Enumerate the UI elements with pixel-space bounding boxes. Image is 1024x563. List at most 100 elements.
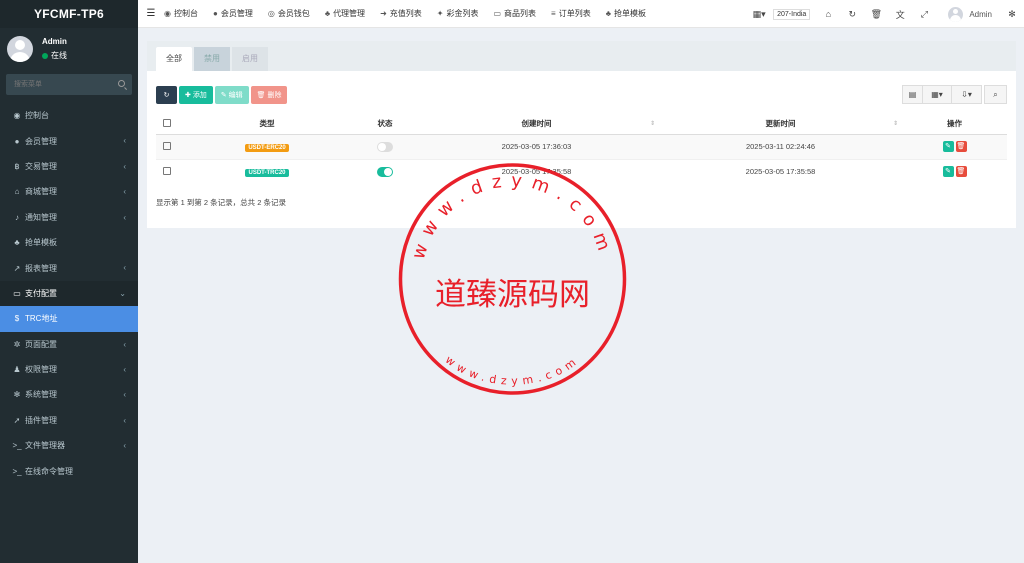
edit-row-button[interactable]: ✎ xyxy=(942,166,954,178)
seal-center-text: 道臻源码网 xyxy=(435,277,590,313)
line-chart-icon: ↗ xyxy=(13,263,21,273)
sidebar-item-label: 抢单模板 xyxy=(25,238,57,248)
header-updated-label: 更新时间 xyxy=(765,119,796,129)
fullscreen-icon[interactable]: ⤢ xyxy=(912,9,936,20)
edit-row-button[interactable]: ✎ xyxy=(942,141,954,152)
sidebar-item-label: 权限管理 xyxy=(25,365,57,375)
top-nav-item-4[interactable]: ➜ 充值列表 xyxy=(380,8,422,19)
seal-inner-path: www.dzym.com xyxy=(443,353,577,388)
table-tools: ▤ ▦▾ ⇩▾ ⌕ xyxy=(902,85,1007,104)
language-icon[interactable]: 文 xyxy=(888,8,912,21)
row-checkbox[interactable] xyxy=(163,141,171,150)
sidebar-item-label: 页面配置 xyxy=(25,339,57,349)
search-icon[interactable] xyxy=(118,80,125,87)
sidebar-item-14[interactable]: >_ 在线命令管理 xyxy=(0,458,138,483)
search-toggle-button[interactable]: ⌕ xyxy=(984,85,1007,104)
columns-button[interactable]: ▦▾ xyxy=(923,85,952,104)
top-nav-item-6[interactable]: ▭ 商品列表 xyxy=(493,8,536,19)
delete-row-button[interactable]: 🗑 xyxy=(955,141,967,152)
trash-icon[interactable]: 🗑 xyxy=(864,9,888,20)
status-toggle[interactable] xyxy=(377,166,393,177)
top-nav-label: 会员钱包 xyxy=(277,9,310,18)
navbar-user[interactable]: Admin xyxy=(948,6,992,22)
toggle-view-button[interactable]: ▤ xyxy=(902,85,923,104)
sidebar-item-12[interactable]: ➚ 插件管理 ‹ xyxy=(0,408,138,433)
sidebar-item-3[interactable]: ⌂ 商城管理 ‹ xyxy=(0,179,138,204)
sidebar-item-11[interactable]: ✻ 系统管理 ‹ xyxy=(0,382,138,407)
delete-button[interactable]: 🗑 删除 xyxy=(250,86,288,104)
tab-enabled[interactable]: 启用 xyxy=(232,47,268,71)
site-select-icon[interactable]: ▦▾ xyxy=(747,9,771,20)
tab-disabled[interactable]: 禁用 xyxy=(194,47,230,71)
refresh-button[interactable]: ↻ xyxy=(156,86,177,104)
status-toggle[interactable] xyxy=(377,141,393,152)
refresh-icon[interactable]: ↻ xyxy=(840,9,864,20)
edit-button[interactable]: ✎ 编辑 xyxy=(214,86,249,104)
sidebar-item-5[interactable]: ♣ 抢单模板 xyxy=(0,230,138,255)
sidebar-item-label: 报表管理 xyxy=(25,263,57,273)
cogs-icon: ✻ xyxy=(13,390,21,400)
sidebar-item-label: TRC地址 xyxy=(25,314,58,324)
search-icon: ⌕ xyxy=(993,89,998,99)
sidebar-item-0[interactable]: ◉ 控制台 xyxy=(0,103,138,128)
top-nav-item-7[interactable]: ≡ 订单列表 xyxy=(551,8,591,19)
sidebar-item-4[interactable]: ♪ 通知管理 ‹ xyxy=(0,205,138,230)
export-icon: ⇩▾ xyxy=(961,90,972,99)
top-nav-item-3[interactable]: ♣ 代理管理 xyxy=(325,8,365,19)
menu-toggle-icon[interactable]: ☰ xyxy=(138,8,164,19)
sidebar-item-8[interactable]: $ TRC地址 xyxy=(0,306,138,332)
brand-logo[interactable]: YFCMF-TP6 xyxy=(0,0,138,28)
sidebar-item-7[interactable]: ▭ 支付配置 ⌄ xyxy=(0,280,138,307)
wallet-icon: ◎ xyxy=(267,9,275,18)
sidebar-item-label: 插件管理 xyxy=(25,415,57,425)
gear-icon: ✲ xyxy=(13,339,21,349)
status-cell xyxy=(356,133,414,159)
sidebar-item-10[interactable]: ♟ 权限管理 ‹ xyxy=(0,357,138,382)
top-nav-items: ◉ 控制台 ● 会员管理 ◎ 会员钱包 ♣ 代理管理 ➜ 充值列表 ✦ 彩金列表 ▭ 商品列表 ≡ 订单列表 ♣… xyxy=(164,8,661,19)
tab-all[interactable]: 全部 xyxy=(156,47,192,71)
site-select[interactable]: 207-India xyxy=(773,8,811,20)
header-status[interactable]: 状态 xyxy=(356,114,414,135)
header-type[interactable]: 类型 xyxy=(178,114,356,135)
top-navbar: ☰ ◉ 控制台 ● 会员管理 ◎ 会员钱包 ♣ 代理管理 ➜ 充值列表 ✦ 彩金列表 ▭ 商品列表 ≡ 订单列… xyxy=(138,0,1024,28)
top-nav-item-0[interactable]: ◉ 控制台 xyxy=(164,8,198,19)
top-nav-item-5[interactable]: ✦ 彩金列表 xyxy=(437,8,479,19)
dashboard-icon: ◉ xyxy=(13,111,21,121)
online-dot-icon xyxy=(42,52,48,59)
delete-row-button[interactable]: 🗑 xyxy=(955,166,967,178)
select-all-cell xyxy=(156,114,178,135)
top-nav-label: 订单列表 xyxy=(558,9,591,18)
sidebar-item-6[interactable]: ↗ 报表管理 ‹ xyxy=(0,255,138,280)
header-actions: 操作 xyxy=(902,114,1007,135)
pencil-icon: ✎ xyxy=(220,92,229,99)
list-icon: ≡ xyxy=(551,9,556,18)
sidebar-item-9[interactable]: ✲ 页面配置 ‹ xyxy=(0,332,138,357)
sidebar-item-2[interactable]: ฿ 交易管理 ‹ xyxy=(0,154,138,179)
add-button[interactable]: ✚ 添加 xyxy=(179,86,213,104)
settings-icon[interactable]: ✻ xyxy=(1000,9,1024,20)
sidebar-item-13[interactable]: >_ 文件管理器 ‹ xyxy=(0,433,138,458)
top-nav-item-1[interactable]: ● 会员管理 xyxy=(213,8,253,19)
table-row: USDT-ERC20 2025-03-05 17:36:03 2025-03-11 … xyxy=(156,133,1007,159)
export-button[interactable]: ⇩▾ xyxy=(952,85,982,104)
navbar-avatar xyxy=(948,6,964,22)
terminal-icon: >_ xyxy=(12,441,22,451)
select-all-checkbox[interactable] xyxy=(163,118,171,127)
top-nav-item-8[interactable]: ♣ 抢单模板 xyxy=(606,8,646,19)
row-checkbox[interactable] xyxy=(163,166,171,175)
chevron-left-icon: ‹ xyxy=(123,415,126,425)
row-select-cell xyxy=(156,133,178,159)
desktop-icon: ▭ xyxy=(493,9,502,18)
updated-cell: 2025-03-11 02:24:46 xyxy=(659,133,902,159)
sidebar-item-1[interactable]: ● 会员管理 ‹ xyxy=(0,128,138,153)
created-cell: 2025-03-05 17:35:58 xyxy=(414,158,659,184)
table-body: USDT-ERC20 2025-03-05 17:36:03 2025-03-11 … xyxy=(156,133,1007,184)
sidebar-search-input[interactable] xyxy=(6,74,132,95)
sidebar-search xyxy=(6,74,132,95)
home-icon[interactable]: ⌂ xyxy=(816,9,840,19)
top-nav-item-2[interactable]: ◎ 会员钱包 xyxy=(268,8,310,19)
header-created[interactable]: 创建时间 ⇕ xyxy=(414,114,659,135)
sitemap-icon: ♣ xyxy=(324,9,331,18)
plus-icon: ✚ xyxy=(185,92,193,99)
header-updated[interactable]: 更新时间 ⇕ xyxy=(659,114,902,135)
